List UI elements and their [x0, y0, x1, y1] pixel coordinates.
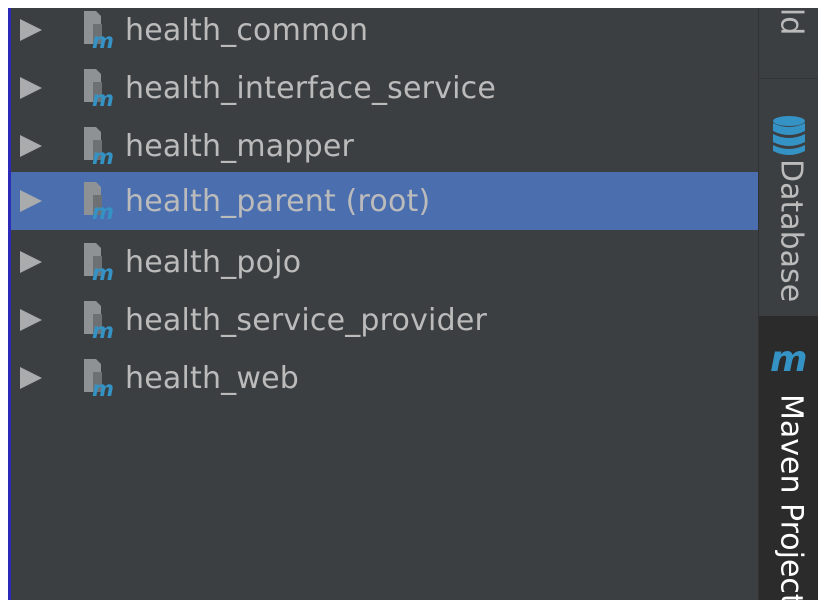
tree-item-health-service-provider[interactable]: m health_service_provider	[11, 291, 758, 349]
maven-tool-window: m health_common m health_interface_servi…	[8, 8, 818, 600]
maven-module-icon: m	[84, 301, 114, 340]
maven-module-icon: m	[84, 359, 114, 398]
maven-project-tree: m health_common m health_interface_servi…	[11, 8, 758, 600]
expand-arrow-icon[interactable]	[20, 251, 42, 273]
tab-label: Build	[773, 8, 808, 35]
expand-arrow-icon[interactable]	[20, 190, 42, 212]
maven-module-icon: m	[84, 69, 114, 108]
tree-item-label: health_mapper	[125, 128, 355, 164]
svg-text:m: m	[92, 319, 114, 340]
tree-item-label: health_web	[125, 360, 300, 396]
maven-module-icon: m	[84, 182, 114, 221]
svg-text:m: m	[92, 87, 114, 108]
tree-item-health-interface-service[interactable]: m health_interface_service	[11, 59, 758, 117]
maven-module-icon: m	[84, 127, 114, 166]
tab-database[interactable]: Database	[759, 78, 818, 317]
tab-build[interactable]: Build	[759, 8, 818, 78]
expand-arrow-icon[interactable]	[20, 309, 42, 331]
tree-item-health-pojo[interactable]: m health_pojo	[11, 233, 758, 291]
tree-item-health-web[interactable]: m health_web	[11, 349, 758, 407]
tree-item-health-common[interactable]: m health_common	[11, 8, 758, 59]
tree-item-health-parent-root[interactable]: m health_parent (root)	[11, 172, 758, 230]
tree-item-health-mapper[interactable]: m health_mapper	[11, 117, 758, 175]
svg-text:m: m	[92, 29, 114, 50]
expand-arrow-icon[interactable]	[20, 135, 42, 157]
svg-text:m: m	[92, 261, 114, 282]
svg-text:m: m	[92, 200, 114, 221]
tab-label: Maven Projects	[773, 394, 808, 600]
maven-module-icon: m	[84, 243, 114, 282]
tree-item-label: health_parent (root)	[125, 183, 431, 219]
tree-item-label: health_pojo	[125, 244, 302, 280]
svg-text:m: m	[92, 377, 114, 398]
maven-module-icon: m	[84, 11, 114, 50]
tab-maven-projects[interactable]: m Maven Projects	[759, 316, 818, 600]
svg-text:m: m	[92, 145, 114, 166]
tree-item-label: health_service_provider	[125, 302, 488, 338]
expand-arrow-icon[interactable]	[20, 77, 42, 99]
maven-icon: m	[770, 339, 808, 380]
expand-arrow-icon[interactable]	[20, 19, 42, 41]
tree-item-label: health_common	[125, 12, 369, 48]
database-icon	[773, 116, 805, 155]
right-tool-strip: Build Database m Maven Projects	[758, 8, 818, 600]
tab-label: Database	[773, 159, 808, 303]
tree-item-label: health_interface_service	[125, 70, 497, 106]
expand-arrow-icon[interactable]	[20, 367, 42, 389]
